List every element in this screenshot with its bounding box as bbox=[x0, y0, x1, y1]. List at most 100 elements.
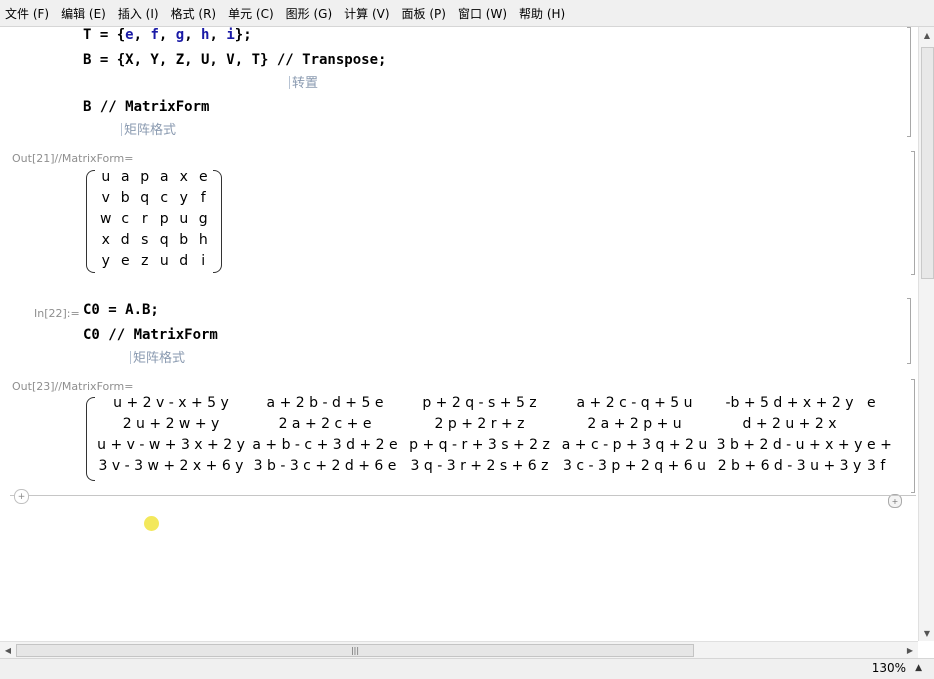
scroll-left-arrow-icon[interactable]: ◀ bbox=[0, 642, 16, 658]
matrix-cell: 2 a + 2 p + u bbox=[587, 416, 682, 432]
t-var: i bbox=[226, 27, 235, 43]
right-paren bbox=[213, 170, 222, 273]
scroll-down-arrow-icon[interactable]: ▼ bbox=[919, 625, 934, 641]
matrix-cell: a bbox=[159, 169, 169, 185]
expand-output-icon[interactable]: + bbox=[888, 494, 902, 508]
matrix-row: vbqcyf bbox=[96, 190, 213, 211]
matrix-row: u + 2 v - x + 5 y a + 2 b - d + 5 e p + 2 … bbox=[94, 395, 900, 416]
horizontal-scroll-thumb[interactable]: ||| bbox=[16, 644, 694, 657]
scroll-up-arrow-icon[interactable]: ▲ bbox=[919, 27, 934, 43]
matrix-cell: a + 2 b - d + 5 e bbox=[266, 395, 384, 411]
cell-bracket-input-22[interactable] bbox=[907, 298, 911, 364]
matrix-cell: 2 b + 6 d - 3 u + 3 y bbox=[717, 458, 862, 474]
input-line-T[interactable]: T = {e, f, g, h, i}; bbox=[83, 27, 252, 43]
matrix-cell: y bbox=[101, 253, 110, 269]
notebook-document[interactable]: T = {e, f, g, h, i}; B = {X, Y, Z, U, V,… bbox=[0, 27, 918, 641]
cell-bracket-output-23[interactable] bbox=[911, 379, 915, 493]
out21-label: Out[21]//MatrixForm= bbox=[12, 152, 134, 165]
matrix-cell bbox=[867, 416, 900, 437]
matrix-cell: h bbox=[198, 232, 208, 248]
matrix-cell: e bbox=[198, 169, 208, 185]
matrix-row: u + v - w + 3 x + 2 y a + b - c + 3 d + 2… bbox=[94, 437, 900, 458]
matrix-cell: c bbox=[160, 190, 169, 206]
matrix-cell: u bbox=[159, 253, 169, 269]
input-line-B[interactable]: B = {X, Y, Z, U, V, T} // Transpose; bbox=[83, 52, 386, 68]
status-bar: 130% ▲ bbox=[0, 658, 934, 679]
matrix-cell: y bbox=[179, 190, 188, 206]
matrixform-hint-2: 矩阵格式 bbox=[130, 347, 185, 366]
matrix-cell: p + q - r + 3 s + 2 z bbox=[409, 437, 550, 453]
matrix-cell: 3 c - 3 p + 2 q + 6 u bbox=[563, 458, 706, 474]
matrix-cell: f bbox=[200, 190, 206, 206]
matrix-cell: p bbox=[140, 169, 150, 185]
in22-label: In[22]:= bbox=[34, 307, 80, 320]
matrix-cell: 2 p + 2 r + z bbox=[434, 416, 525, 432]
mouse-cursor-highlight bbox=[144, 516, 159, 531]
input-line-B-matrixform[interactable]: B // MatrixForm bbox=[83, 99, 209, 115]
matrix-cell: 3 f bbox=[867, 458, 886, 474]
cell-insertion-line[interactable] bbox=[10, 495, 916, 496]
add-cell-icon[interactable]: + bbox=[14, 489, 29, 504]
transpose-hint: 转置 bbox=[289, 72, 318, 91]
menu-item-5[interactable]: 图形 (G) bbox=[280, 5, 338, 22]
input-line-C0[interactable]: C0 = A.B; bbox=[83, 302, 159, 318]
menu-item-4[interactable]: 单元 (C) bbox=[222, 5, 280, 22]
matrix-row: xdsqbh bbox=[96, 232, 213, 253]
matrix-cell: g bbox=[198, 211, 208, 227]
matrix-cell: d bbox=[120, 232, 130, 248]
t-var: g bbox=[175, 27, 185, 43]
t-line-prefix: T = { bbox=[83, 27, 126, 43]
cell-bracket-output-21[interactable] bbox=[911, 151, 915, 275]
matrixform-hint: 矩阵格式 bbox=[121, 119, 176, 138]
matrix-cell: x bbox=[101, 232, 110, 248]
matrix-row: wcrpug bbox=[96, 211, 213, 232]
menu-item-6[interactable]: 计算 (V) bbox=[338, 5, 395, 22]
menu-item-0[interactable]: 文件 (F) bbox=[0, 5, 55, 22]
matrix-cell: a + 2 c - q + 5 u bbox=[576, 395, 693, 411]
menu-item-1[interactable]: 编辑 (E) bbox=[55, 5, 112, 22]
t-var: f bbox=[150, 27, 159, 43]
matrix-cell: 3 b + 2 d - u + x + y bbox=[716, 437, 863, 453]
menu-item-8[interactable]: 窗口 (W) bbox=[452, 5, 513, 22]
matrix-cell: -b + 5 d + x + 2 y bbox=[725, 395, 854, 411]
matrix-cell: 3 b - 3 c + 2 d + 6 e bbox=[253, 458, 397, 474]
matrix-cell: 2 u + 2 w + y bbox=[122, 416, 220, 432]
zoom-level[interactable]: 130% bbox=[872, 661, 906, 675]
input-line-C0-matrixform[interactable]: C0 // MatrixForm bbox=[83, 327, 218, 343]
matrix-cell: p + 2 q - s + 5 z bbox=[422, 395, 537, 411]
matrix-cell: u + 2 v - x + 5 y bbox=[113, 395, 229, 411]
matrix-cell: c bbox=[121, 211, 130, 227]
zoom-dropdown-icon[interactable]: ▲ bbox=[915, 663, 922, 673]
matrix-cell: u bbox=[101, 169, 111, 185]
cell-bracket-input-21[interactable] bbox=[907, 27, 911, 137]
matrix-cell: a + b - c + 3 d + 2 e bbox=[252, 437, 398, 453]
matrix-cell: b bbox=[179, 232, 189, 248]
matrix-cell: i bbox=[201, 253, 206, 269]
matrix-cell: s bbox=[141, 232, 149, 248]
menu-item-2[interactable]: 插入 (I) bbox=[112, 5, 165, 22]
matrix-cell: 2 a + 2 c + e bbox=[278, 416, 372, 432]
horizontal-scrollbar[interactable]: ◀ ||| ▶ bbox=[0, 641, 918, 658]
menu-item-7[interactable]: 面板 (P) bbox=[396, 5, 452, 22]
matrix-cell: a bbox=[120, 169, 130, 185]
matrix-cell: d bbox=[179, 253, 189, 269]
matrix-cell: e bbox=[867, 395, 876, 411]
matrix-cell: u + v - w + 3 x + 2 y bbox=[97, 437, 245, 453]
matrix-cell: z bbox=[141, 253, 149, 269]
matrix-cell: q bbox=[159, 232, 169, 248]
menu-item-9[interactable]: 帮助 (H) bbox=[513, 5, 571, 22]
matrix-row: 2 u + 2 w + y 2 a + 2 c + e 2 p + 2 r + z 2… bbox=[94, 416, 900, 437]
scroll-right-arrow-icon[interactable]: ▶ bbox=[902, 642, 918, 658]
matrix-cell: b bbox=[120, 190, 130, 206]
matrix-cell: x bbox=[179, 169, 188, 185]
matrix-cell: a + c - p + 3 q + 2 u bbox=[561, 437, 708, 453]
matrix-cell: u bbox=[179, 211, 189, 227]
matrix-cell: r bbox=[141, 211, 148, 227]
menu-item-3[interactable]: 格式 (R) bbox=[165, 5, 223, 22]
vertical-scrollbar[interactable]: ▲ ▼ bbox=[918, 27, 934, 641]
output-matrix-21: uapaxevbqcyfwcrpugxdsqbhyezudi bbox=[86, 168, 222, 273]
menu-bar: 文件 (F) 编辑 (E) 插入 (I) 格式 (R) 单元 (C) 图形 (G) 计算 (… bbox=[0, 0, 934, 27]
output-matrix-23: u + 2 v - x + 5 y a + 2 b - d + 5 e p + 2 … bbox=[86, 394, 900, 482]
t-line-suffix: }; bbox=[234, 27, 252, 43]
vertical-scroll-thumb[interactable] bbox=[921, 47, 934, 279]
